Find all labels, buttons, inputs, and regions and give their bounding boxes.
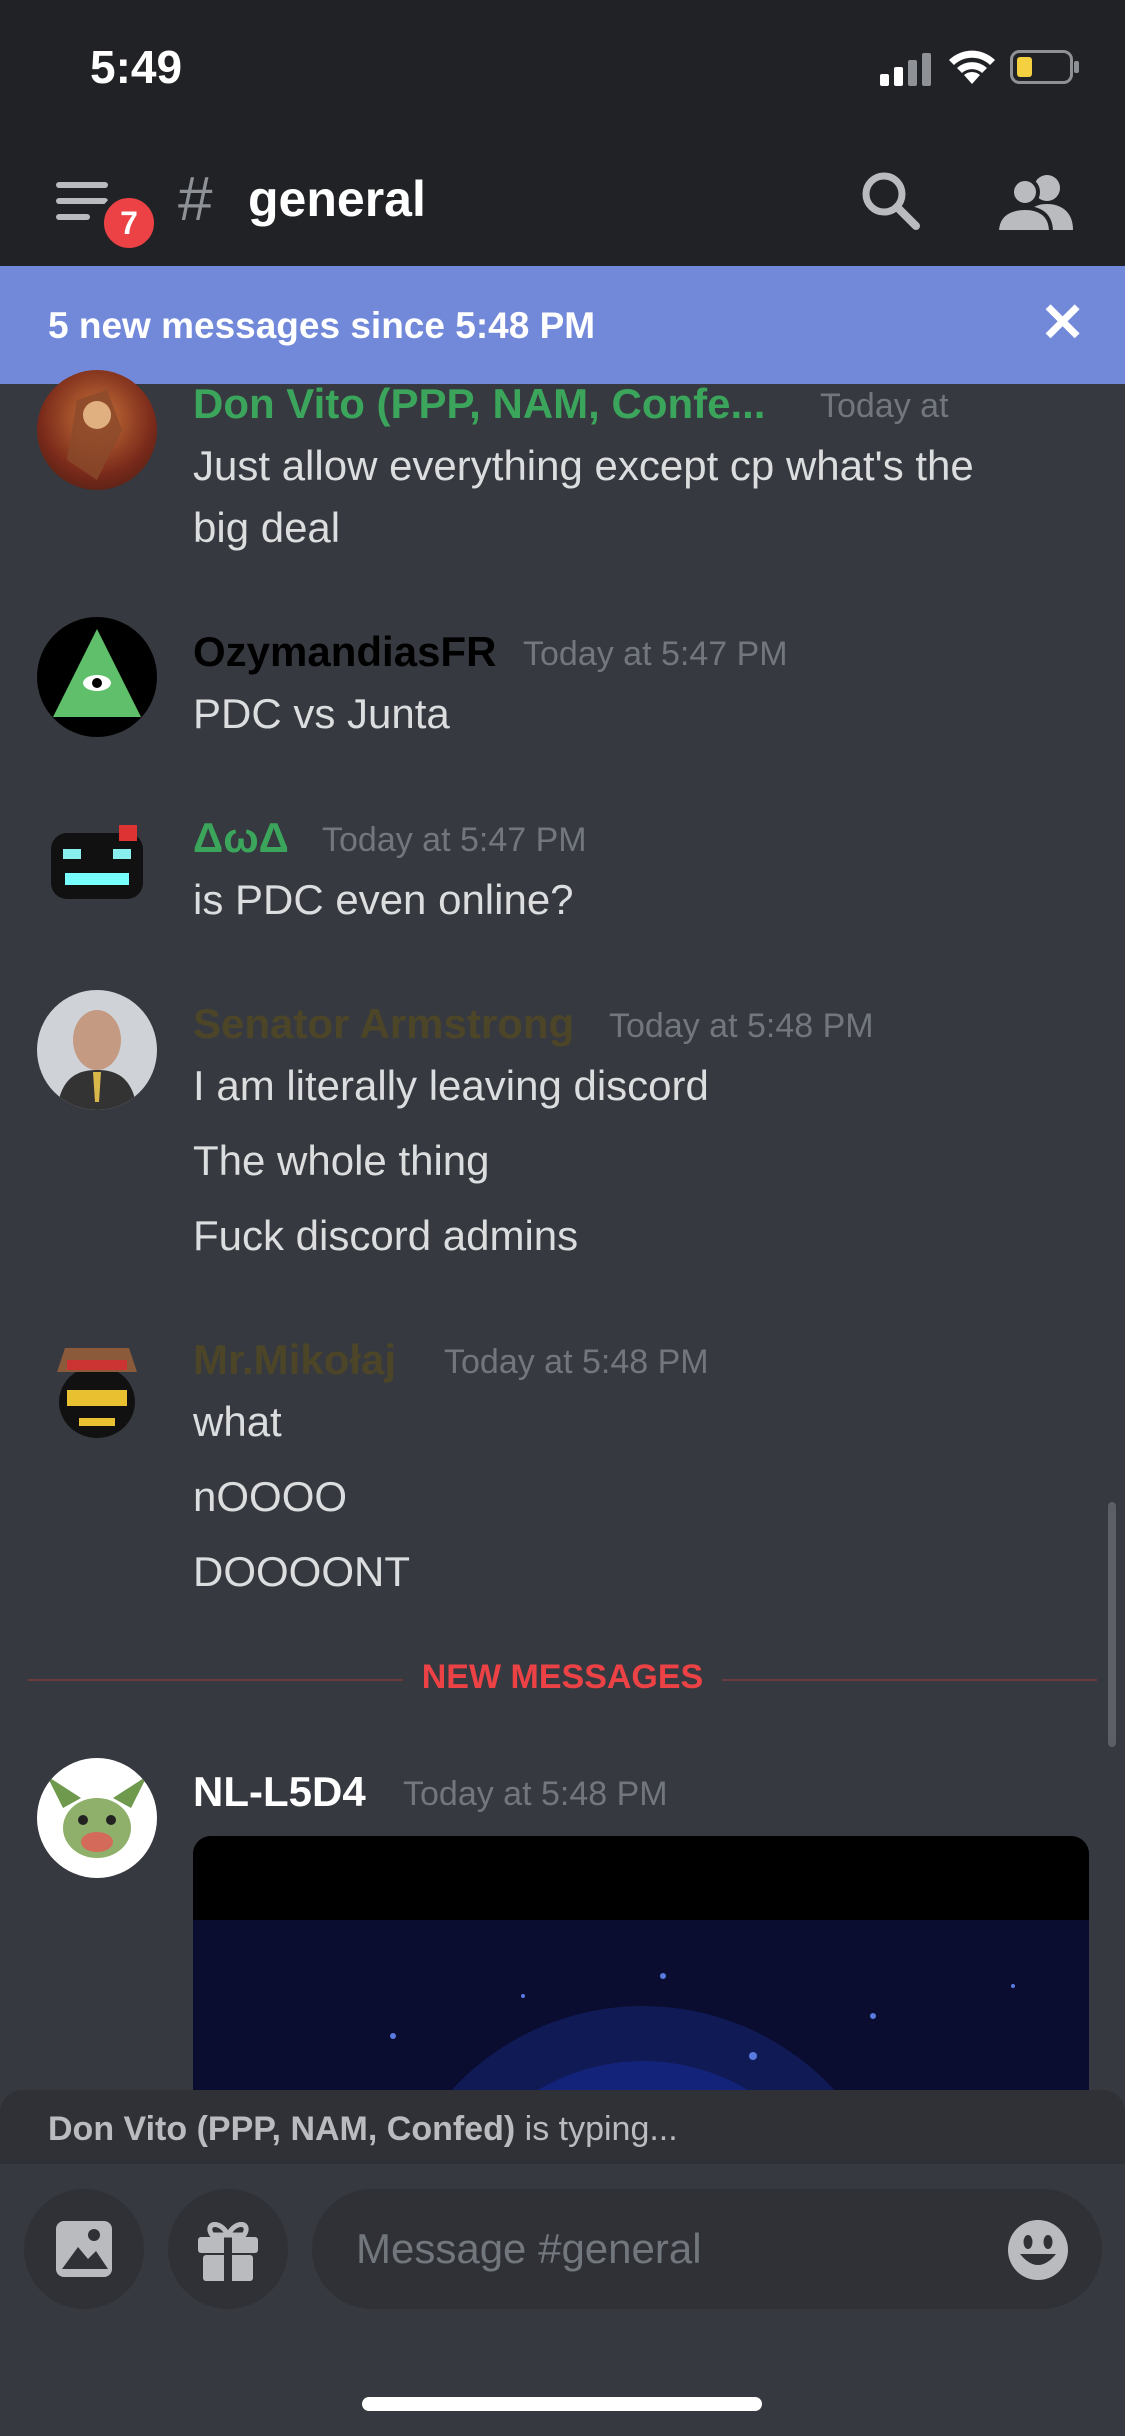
typing-user: Don Vito (PPP, NAM, Confed)	[48, 2110, 516, 2148]
gift-button[interactable]	[168, 2189, 288, 2309]
message-author[interactable]: Senator Armstrong	[193, 1000, 574, 1048]
message-input[interactable]	[312, 2189, 1102, 2309]
message-author[interactable]: OzymandiasFR	[193, 628, 496, 676]
message-text: DOOOONT	[193, 1548, 410, 1595]
message-text: PDC vs Junta	[193, 690, 450, 737]
typing-suffix: is typing...	[515, 2110, 678, 2148]
gift-icon	[198, 2222, 258, 2281]
image-icon	[56, 2221, 112, 2277]
search-icon[interactable]	[858, 168, 924, 234]
message-timestamp: Today at 5:48 PM	[609, 1007, 874, 1045]
message-text: is PDC even online?	[193, 876, 574, 923]
scrollbar-thumb[interactable]	[1108, 1502, 1116, 1747]
message-timestamp: Today at 5:48 PM	[444, 1343, 709, 1381]
message-text: Just allow everything except cp what's t…	[193, 442, 974, 489]
typing-indicator: Don Vito (PPP, NAM, Confed) is typing...	[48, 2110, 678, 2149]
close-icon[interactable]: ✕	[1040, 296, 1085, 350]
message-author[interactable]: NL-L5D4	[193, 1768, 366, 1816]
members-icon[interactable]	[995, 170, 1075, 234]
channel-header	[0, 140, 1125, 266]
emoji-icon[interactable]	[1006, 2218, 1070, 2282]
message-author[interactable]: Mr.Mikołaj	[193, 1336, 396, 1384]
channel-hash-icon: #	[178, 165, 213, 234]
message-text: big deal	[193, 504, 341, 551]
battery-icon	[1010, 50, 1079, 84]
avatar[interactable]	[37, 1758, 157, 1878]
channel-title[interactable]: general	[248, 170, 426, 228]
status-time: 5:49	[90, 41, 183, 93]
message-text: The whole thing	[193, 1137, 490, 1184]
cellular-signal-icon	[880, 52, 932, 86]
message-text: I am literally leaving discord	[193, 1062, 709, 1109]
wifi-icon	[949, 50, 995, 84]
divider-line	[722, 1679, 1097, 1681]
message-timestamp: Today at 5:47 PM	[523, 635, 788, 673]
avatar[interactable]	[37, 803, 157, 923]
message-timestamp: Today at	[820, 387, 949, 425]
avatar[interactable]	[37, 617, 157, 737]
message-timestamp: Today at 5:48 PM	[403, 1775, 668, 1813]
message-author[interactable]: ΔωΔ	[193, 814, 289, 862]
message-text: what	[193, 1398, 282, 1445]
message-author[interactable]: Don Vito (PPP, NAM, Confe...	[193, 380, 765, 428]
new-messages-text: 5 new messages since 5:48 PM	[48, 305, 596, 346]
avatar[interactable]	[37, 990, 157, 1110]
unread-badge: 7	[98, 192, 160, 254]
attach-image-button[interactable]	[24, 2189, 144, 2309]
new-messages-divider: NEW MESSAGES	[421, 1658, 704, 1696]
avatar[interactable]	[37, 1326, 157, 1446]
home-indicator[interactable]	[362, 2397, 762, 2411]
message-text: Fuck discord admins	[193, 1212, 579, 1259]
avatar[interactable]	[37, 370, 157, 490]
message-timestamp: Today at 5:47 PM	[322, 821, 587, 859]
divider-line	[28, 1679, 403, 1681]
message-text: nOOOO	[193, 1473, 348, 1520]
